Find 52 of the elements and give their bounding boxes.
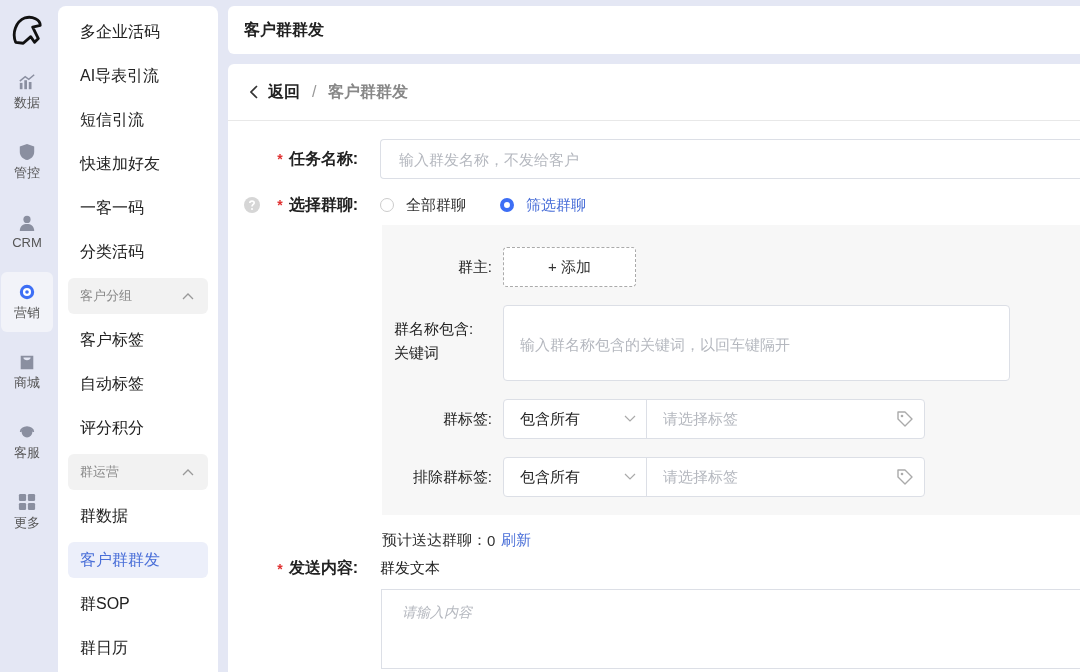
field-label: 群标签:: [441, 409, 493, 429]
rail-nav-item[interactable]: 营销: [1, 272, 53, 332]
menu-item[interactable]: 多企业活码: [68, 14, 208, 50]
rail-nav-item[interactable]: 管控: [1, 132, 53, 192]
menu-item[interactable]: 自动标签: [68, 366, 208, 402]
required-mark: *: [277, 151, 283, 167]
required-mark: *: [277, 560, 283, 577]
help-icon[interactable]: [244, 197, 260, 213]
menu-item[interactable]: 客户群群发: [68, 542, 208, 578]
back-button[interactable]: 返回: [250, 81, 300, 103]
menu-item[interactable]: 短信引流: [68, 102, 208, 138]
estimate-label: 预计送达群聊：: [382, 531, 487, 550]
radio-option[interactable]: 全部群聊: [380, 195, 466, 215]
breadcrumb-current: 客户群群发: [328, 81, 409, 102]
field-label: 群名称包含: 关键词: [393, 319, 475, 363]
radio-option[interactable]: 筛选群聊: [500, 195, 586, 215]
rail-nav-item[interactable]: 更多: [1, 482, 53, 542]
rail-nav-item[interactable]: 商城: [1, 342, 53, 402]
grid-icon: [18, 492, 36, 511]
radio-button[interactable]: [500, 198, 514, 212]
menu-item[interactable]: 快速加好友: [68, 146, 208, 182]
target-icon: [18, 282, 36, 301]
menu-item[interactable]: 评分积分: [68, 410, 208, 446]
radio-button[interactable]: [380, 198, 394, 212]
task-name-field[interactable]: 输入群发名称，不发给客户: [380, 139, 1080, 179]
estimate-count: 0: [487, 532, 496, 549]
shield-icon: [18, 142, 36, 161]
menu-item[interactable]: AI导表引流: [68, 58, 208, 94]
rail-nav-item[interactable]: 数据: [1, 62, 53, 122]
content-type-label: 群发文本: [380, 559, 440, 578]
field-label: 群主:: [456, 257, 493, 277]
required-mark: *: [277, 197, 283, 213]
rail-nav-item[interactable]: CRM: [1, 202, 53, 262]
keywords-field[interactable]: 输入群名称包含的关键词，以回车键隔开: [503, 305, 1010, 381]
add-owner-button[interactable]: + 添加: [503, 247, 636, 287]
menu-item[interactable]: 群日历: [68, 630, 208, 666]
rail-nav-item[interactable]: 客服: [1, 412, 53, 472]
field-label: 选择群聊:: [288, 194, 358, 215]
field-label: 发送内容:: [288, 558, 358, 578]
menu-item[interactable]: 群数据: [68, 498, 208, 534]
breadcrumb-separator: /: [312, 83, 317, 101]
field-label: 任务名称:: [288, 148, 358, 169]
chart-icon: [18, 72, 36, 91]
menu-item[interactable]: 客户标签: [68, 322, 208, 358]
refresh-link[interactable]: 刷新: [501, 531, 532, 550]
menu-item[interactable]: 分类活码: [68, 234, 208, 270]
menu-item[interactable]: 群SOP: [68, 586, 208, 622]
menu-item[interactable]: 一客一码: [68, 190, 208, 226]
field-label: 排除群标签:: [411, 467, 493, 487]
person-icon: [18, 214, 36, 232]
content-field[interactable]: 请输入内容: [381, 589, 1080, 669]
page-title: 客户群群发: [244, 19, 324, 40]
